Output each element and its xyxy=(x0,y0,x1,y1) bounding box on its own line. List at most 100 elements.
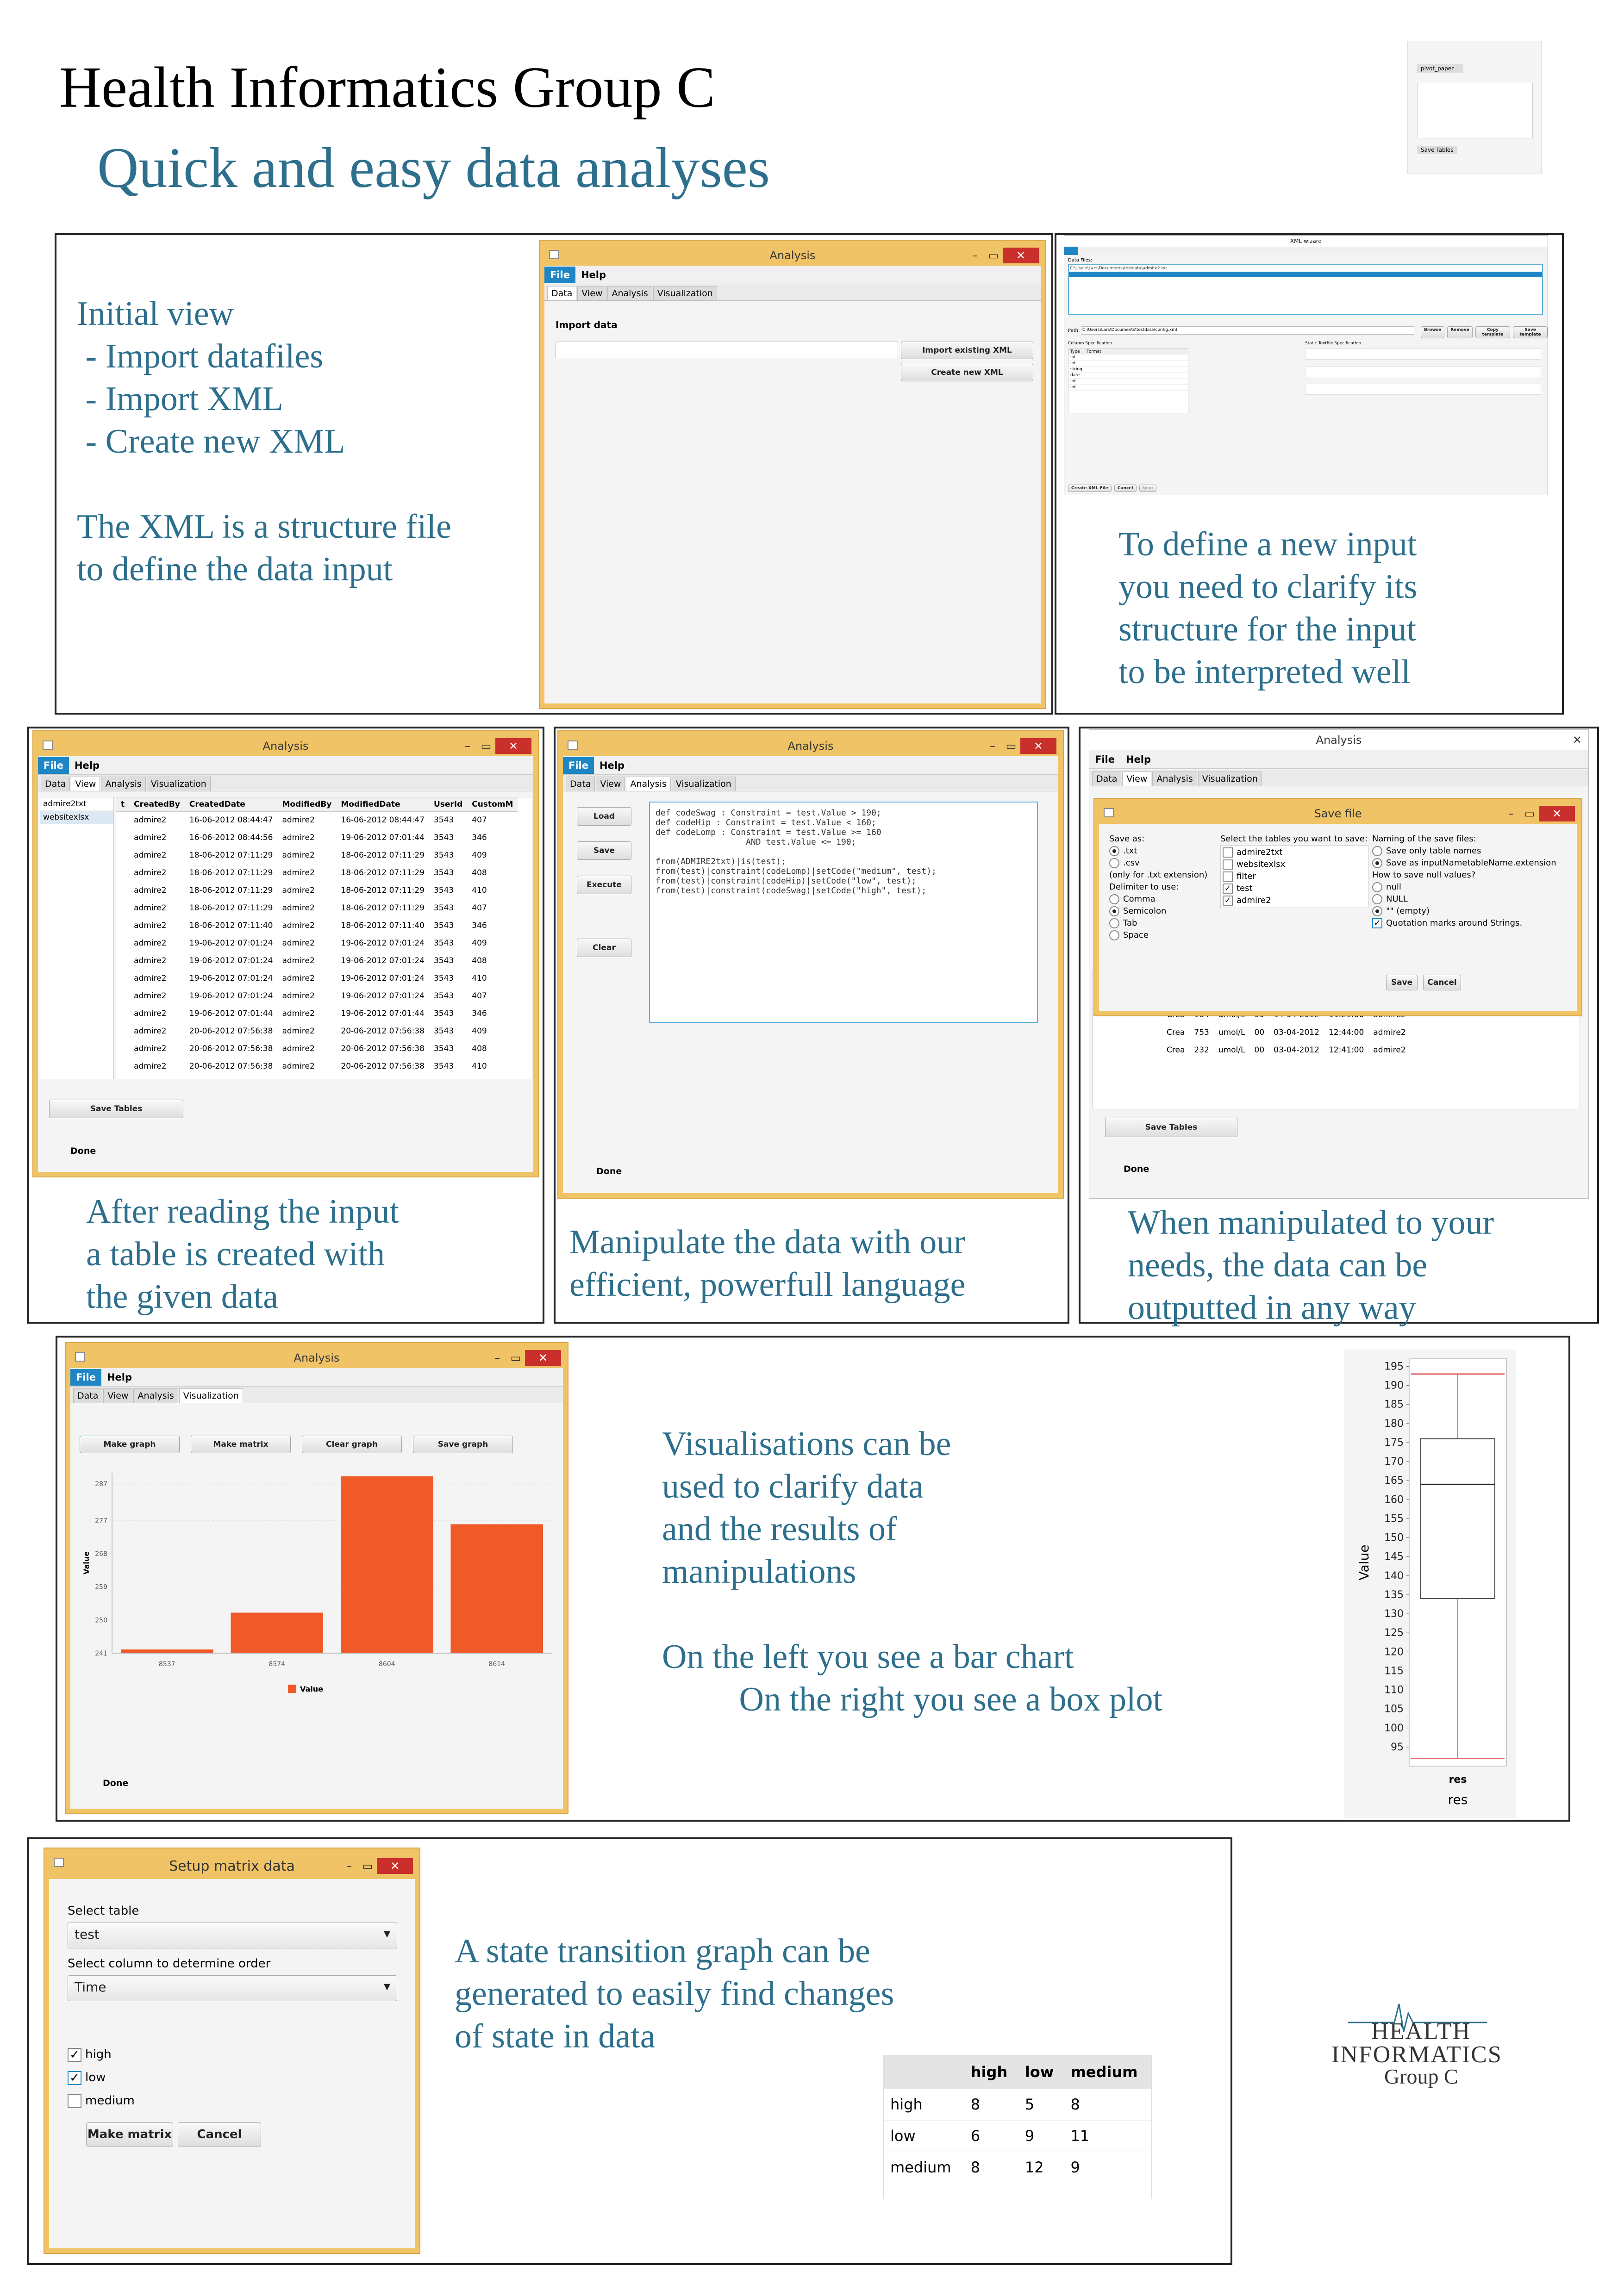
cancel-button[interactable]: Cancel xyxy=(178,2122,261,2147)
load-button[interactable]: Load xyxy=(577,807,631,826)
maximize-icon[interactable]: ▭ xyxy=(1002,740,1020,753)
close-icon[interactable]: ✕ xyxy=(1003,248,1039,263)
file-path-input[interactable] xyxy=(556,342,898,358)
menu-help[interactable]: Help xyxy=(69,757,105,774)
table-option[interactable]: websitexlsx xyxy=(1223,859,1366,871)
import-xml-button[interactable]: Import existing XML xyxy=(901,342,1033,359)
path-input[interactable]: C:\Users\Lars\Documents\testdata\config.… xyxy=(1081,326,1414,335)
radio-icon[interactable] xyxy=(1109,894,1119,904)
close-icon[interactable]: ✕ xyxy=(1573,730,1582,750)
minimize-icon[interactable]: – xyxy=(983,740,1002,753)
table-row[interactable]: admire2 20-06-2012 07:56:38 admire2 20-06-2… xyxy=(116,1022,518,1040)
dialog-cancel-button[interactable]: Cancel xyxy=(1423,975,1461,990)
null-option[interactable]: null xyxy=(1372,881,1556,893)
tab-visualization[interactable]: Visualization xyxy=(653,286,717,300)
table-list-item[interactable]: websitexlsx xyxy=(40,811,113,824)
tab-analysis[interactable]: Analysis xyxy=(626,777,671,791)
table-row[interactable]: Crea 232 umol/L 00 03-04-2012 12:41:00 admire2 xyxy=(1093,1041,1411,1059)
tab-view[interactable]: View xyxy=(1122,772,1152,786)
table-row[interactable]: Crea 753 umol/L 00 03-04-2012 12:44:00 admire2 xyxy=(1093,1024,1411,1041)
minimize-icon[interactable]: – xyxy=(458,740,477,753)
save-graph-button[interactable]: Save graph xyxy=(413,1436,513,1453)
menu-file[interactable]: File xyxy=(563,757,594,774)
spec-row[interactable]: int xyxy=(1068,355,1188,361)
tab-view[interactable]: View xyxy=(103,1388,133,1403)
option-low[interactable]: ✓ low xyxy=(68,2066,135,2089)
tab-analysis[interactable]: Analysis xyxy=(133,1388,178,1403)
tab-visualization[interactable]: Visualization xyxy=(1198,772,1262,786)
save-button[interactable]: Save xyxy=(577,841,631,860)
format-txt[interactable]: .txt xyxy=(1109,845,1207,857)
table-option[interactable]: ✓ admire2 xyxy=(1223,895,1366,907)
table-row[interactable]: admire2 16-06-2012 08:44:47 admire2 16-06-2… xyxy=(116,811,518,829)
maximize-icon[interactable]: ▭ xyxy=(984,249,1003,262)
minimize-icon[interactable]: – xyxy=(1502,807,1520,820)
checkbox-icon[interactable] xyxy=(1223,847,1233,858)
naming-option[interactable]: Save as inputNametableName.extension xyxy=(1372,857,1556,869)
maximize-icon[interactable]: ▭ xyxy=(1520,807,1539,820)
checkbox-icon[interactable] xyxy=(1223,871,1233,882)
table-row[interactable]: admire2 20-06-2012 07:56:38 admire2 20-06-2… xyxy=(116,1040,518,1058)
menu-file[interactable]: File xyxy=(544,266,575,283)
browse-button[interactable]: Browse xyxy=(1421,326,1445,338)
save-tables-button[interactable]: Save Tables xyxy=(1105,1118,1237,1137)
null-option[interactable]: NULL xyxy=(1372,893,1556,905)
minimize-icon[interactable]: – xyxy=(966,249,984,262)
spec-row[interactable]: int xyxy=(1068,385,1188,391)
table-row[interactable]: admire2 18-06-2012 07:11:29 admire2 18-06-2… xyxy=(116,899,518,917)
table-row[interactable]: admire2 19-06-2012 07:01:24 admire2 19-06-2… xyxy=(116,987,518,1005)
tab-data[interactable]: Data xyxy=(566,777,595,791)
check-icon[interactable]: ✓ xyxy=(1223,884,1233,894)
create-xml-file-button[interactable]: Create XML File xyxy=(1068,485,1112,492)
table-row[interactable]: admire2 19-06-2012 07:01:44 admire2 19-06-2… xyxy=(116,1005,518,1022)
menu-file[interactable]: File xyxy=(70,1369,101,1386)
option-medium[interactable]: medium xyxy=(68,2089,135,2112)
spec-row[interactable]: int xyxy=(1068,379,1188,385)
delimiter-comma[interactable]: Comma xyxy=(1109,893,1207,905)
spec-row[interactable]: date xyxy=(1068,373,1188,379)
close-icon[interactable]: ✕ xyxy=(377,1858,413,1874)
copy-template-button[interactable]: Copy template xyxy=(1475,326,1511,338)
delimiter-semicolon[interactable]: Semicolon xyxy=(1109,905,1207,917)
tab-data[interactable]: Data xyxy=(547,286,577,300)
radio-icon[interactable] xyxy=(1109,906,1119,916)
menu-file[interactable]: File xyxy=(38,757,69,774)
execute-button[interactable]: Execute xyxy=(577,876,631,894)
check-icon[interactable]: ✓ xyxy=(68,2047,81,2062)
radio-icon[interactable] xyxy=(1109,846,1119,856)
radio-icon[interactable] xyxy=(1109,930,1119,940)
checkbox-icon[interactable] xyxy=(1223,859,1233,870)
table-row[interactable]: admire2 18-06-2012 07:11:29 admire2 18-06-2… xyxy=(116,882,518,899)
tab-visualization[interactable]: Visualization xyxy=(671,777,736,791)
maximize-icon[interactable]: ▭ xyxy=(358,1860,377,1873)
dialog-save-button[interactable]: Save xyxy=(1386,975,1418,990)
tab-data[interactable]: Data xyxy=(1092,772,1122,786)
code-editor[interactable]: def codeSwag : Constraint = test.Value >… xyxy=(649,802,1038,1023)
tab-view[interactable]: View xyxy=(577,286,607,300)
make-matrix-button[interactable]: Make matrix xyxy=(191,1436,291,1453)
save-tables-button[interactable]: Save Tables xyxy=(49,1100,183,1118)
static-field[interactable] xyxy=(1305,384,1541,395)
checkbox-icon[interactable] xyxy=(68,2094,81,2108)
make-matrix-button[interactable]: Make matrix xyxy=(86,2122,173,2147)
tab-analysis[interactable]: Analysis xyxy=(101,777,146,791)
tab-view[interactable]: View xyxy=(596,777,625,791)
table-option[interactable]: filter xyxy=(1223,871,1366,883)
close-icon[interactable]: ✕ xyxy=(495,738,531,754)
radio-icon[interactable] xyxy=(1372,846,1382,856)
clear-button[interactable]: Clear xyxy=(577,939,631,957)
tab-analysis[interactable]: Analysis xyxy=(607,286,652,300)
delimiter-space[interactable]: Space xyxy=(1109,929,1207,941)
tab-data[interactable]: Data xyxy=(73,1388,103,1403)
wizard-next-button[interactable]: Next xyxy=(1139,485,1157,492)
spec-row[interactable]: string xyxy=(1068,367,1188,373)
menu-help[interactable]: Help xyxy=(1120,751,1156,768)
table-row[interactable]: admire2 19-06-2012 07:01:24 admire2 19-06-2… xyxy=(116,952,518,970)
close-icon[interactable]: ✕ xyxy=(1539,806,1575,821)
table-list-item[interactable]: admire2txt xyxy=(40,797,113,811)
null-option[interactable]: "" (empty) xyxy=(1372,905,1556,917)
table-row[interactable]: admire2 18-06-2012 07:11:29 admire2 18-06-2… xyxy=(116,846,518,864)
table-row[interactable]: admire2 16-06-2012 08:44:56 admire2 19-06-2… xyxy=(116,829,518,846)
data-file-item-selected[interactable] xyxy=(1069,272,1542,277)
table-row[interactable]: admire2 19-06-2012 07:01:24 admire2 19-06-2… xyxy=(116,934,518,952)
